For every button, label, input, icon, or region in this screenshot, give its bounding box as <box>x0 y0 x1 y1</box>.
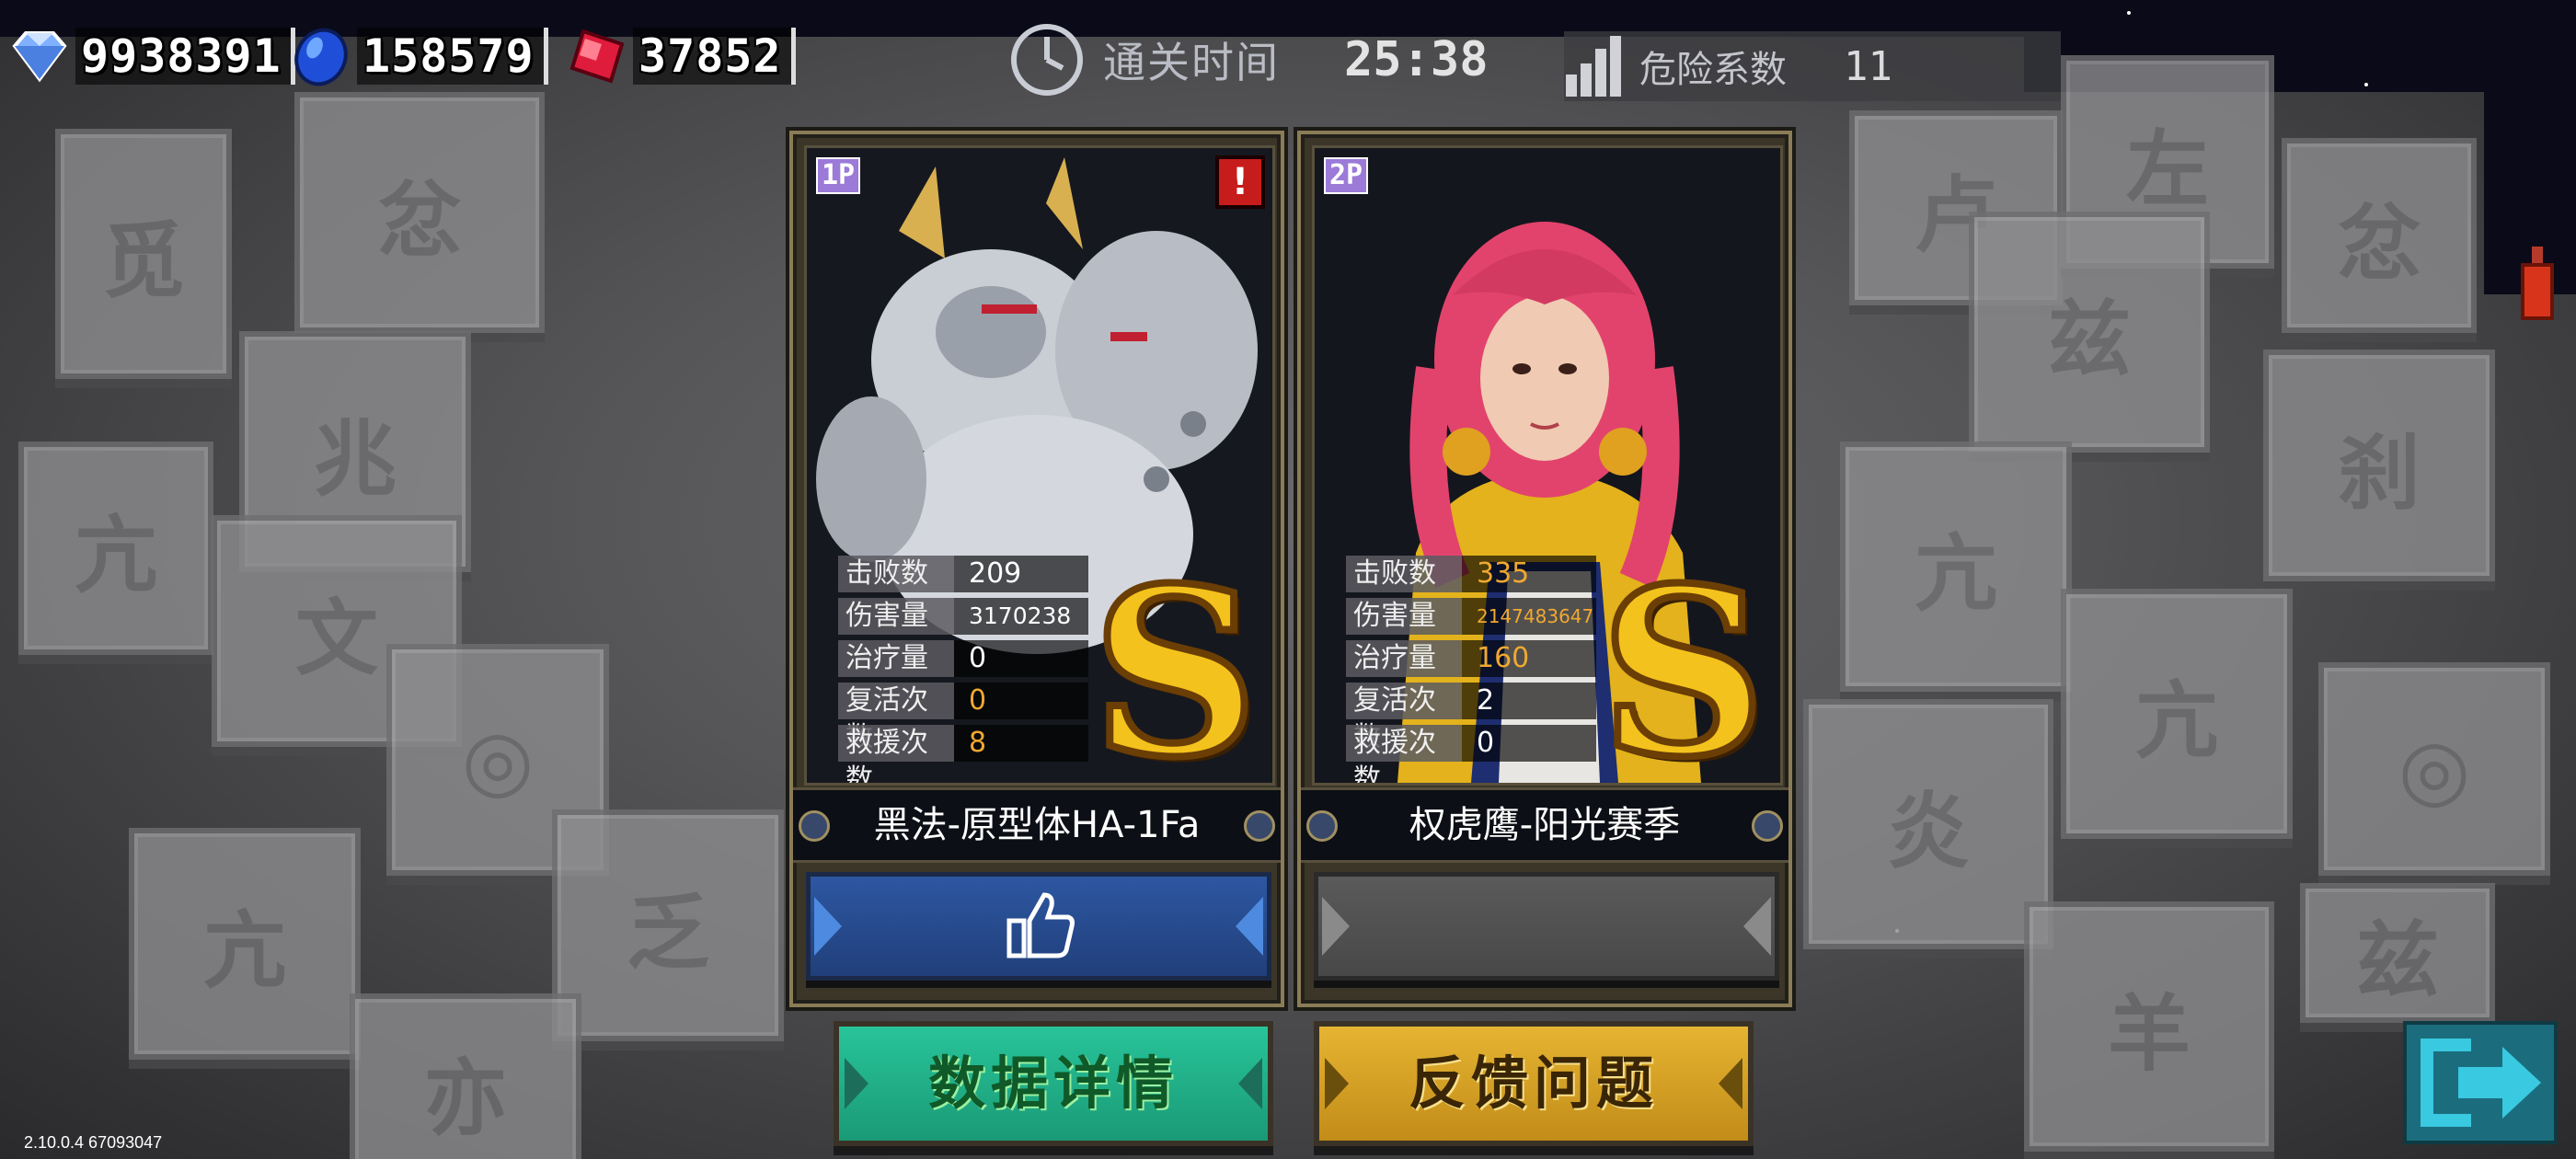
stat-label: 击败数 <box>1346 556 1462 592</box>
arrow-left-icon <box>845 1058 868 1109</box>
ornament-icon <box>1306 810 1338 842</box>
clock-icon <box>1011 24 1083 96</box>
stat-row-revives: 复活次数0 <box>838 680 1088 753</box>
clear-time-display: 通关时间 25:38 <box>1007 20 1489 99</box>
game-floor-background: 忿 觅 兆 亢 文 ◎ 亢 乏 亦 卢 左 忿 兹 刹 亢 亢 ◎ 炎 羊 兹 <box>0 0 2576 1159</box>
arrow-right-icon <box>1719 1058 1742 1109</box>
stat-label: 复活次数 <box>1346 683 1462 753</box>
stat-value: 160 <box>1462 640 1596 677</box>
stat-value: 209 <box>954 556 1088 592</box>
player-2-tag: 2P <box>1324 157 1369 194</box>
player-1-tag: 1P <box>816 157 861 194</box>
report-warning-icon[interactable]: ! <box>1215 155 1265 209</box>
stat-row-kills: 击败数 335 <box>1346 553 1596 595</box>
arrow-right-icon <box>1236 897 1263 956</box>
player-2-stats: 击败数335 伤害量2147483647 治疗量160 复活次数2 救援次数0 <box>1346 553 1596 783</box>
player-1-stats: 击败数209 伤害量3170238 治疗量0 复活次数0 救援次数8 <box>838 553 1088 783</box>
feedback-label: 反馈问题 <box>1408 1050 1659 1117</box>
stat-value: 0 <box>954 683 1088 719</box>
stat-row-damage: 伤害量 3170238 <box>838 595 1088 637</box>
feedback-button[interactable]: 反馈问题 <box>1314 1021 1754 1146</box>
stat-label: 救援次数 <box>1346 725 1462 783</box>
arrow-left-icon <box>1322 897 1350 956</box>
player-2-grade: S <box>1596 537 1770 786</box>
player-2-name: 权虎鹰-阳光赛季 <box>1409 804 1681 846</box>
stat-row-damage: 伤害量 2147483647 <box>1346 595 1596 637</box>
stat-label: 复活次数 <box>838 683 954 753</box>
clear-time-value: 25:38 <box>1344 32 1489 87</box>
stat-row-rescues: 救援次数 0 <box>1346 722 1596 783</box>
stat-value: 2147483647 <box>1462 598 1596 635</box>
exit-icon <box>2421 1039 2541 1127</box>
data-details-label: 数据详情 <box>927 1050 1179 1117</box>
exit-button[interactable] <box>2403 1021 2558 1144</box>
player-2-card: 2P 击败数335 伤害量2147483647 治疗量160 复活次数2 救援次… <box>1297 131 1792 1007</box>
ornament-icon <box>799 810 830 842</box>
arrow-right-icon <box>1743 897 1771 956</box>
danger-label: 危险系数 <box>1639 49 1787 91</box>
arrow-right-icon <box>1238 1058 1262 1109</box>
stat-label: 治疗量 <box>838 640 954 677</box>
stat-label: 伤害量 <box>838 598 954 635</box>
player-1-grade: S <box>1088 537 1262 786</box>
diamond-counter: 9938391 <box>7 20 295 92</box>
ornament-icon <box>1752 810 1783 842</box>
stat-value: 8 <box>954 725 1088 762</box>
danger-bars-icon <box>1566 36 1621 97</box>
player-1-name: 黑法-原型体HA-1Fa <box>873 804 1201 846</box>
red-gem-icon <box>569 29 625 84</box>
stat-value: 0 <box>1462 725 1596 762</box>
version-label: 2.10.0.4 67093047 <box>24 1133 163 1152</box>
player-1-name-bar: 黑法-原型体HA-1Fa <box>793 787 1281 863</box>
player-1-portrait: 1P ! 击败数209 伤害量3170238 治疗量0 复活次数0 救援次数8 … <box>804 145 1275 786</box>
blue-gem-icon <box>294 28 348 86</box>
stat-value: 335 <box>1462 556 1596 592</box>
danger-level-display: 危险系数 11 <box>1564 31 2061 101</box>
stat-row-healing: 治疗量 0 <box>838 637 1088 680</box>
player-1-like-button[interactable] <box>806 872 1271 981</box>
stat-row-healing: 治疗量 160 <box>1346 637 1596 680</box>
stat-row-kills: 击败数 209 <box>838 553 1088 595</box>
player-1-card: 1P ! 击败数209 伤害量3170238 治疗量0 复活次数0 救援次数8 … <box>789 131 1284 1007</box>
stat-row-revives: 复活次数2 <box>1346 680 1596 753</box>
player-2-portrait: 2P 击败数335 伤害量2147483647 治疗量160 复活次数2 救援次… <box>1312 145 1783 786</box>
arrow-left-icon <box>814 897 842 956</box>
blue-gem-counter: 158579 <box>289 20 548 92</box>
red-gem-counter: 37852 <box>565 20 796 92</box>
potion-icon <box>2521 247 2554 320</box>
player-2-like-slot <box>1314 872 1779 981</box>
stat-value: 3170238 <box>954 598 1088 635</box>
thumbs-up-icon <box>1006 892 1075 958</box>
danger-value: 11 <box>1844 42 1892 90</box>
diamond-icon <box>12 31 67 83</box>
stat-label: 救援次数 <box>838 725 954 783</box>
data-details-button[interactable]: 数据详情 <box>834 1021 1273 1146</box>
stat-label: 伤害量 <box>1346 598 1462 635</box>
clear-time-label: 通关时间 <box>1103 38 1280 87</box>
diamond-count: 9938391 <box>75 28 295 85</box>
stat-value: 0 <box>954 640 1088 677</box>
red-gem-count: 37852 <box>633 28 796 85</box>
ornament-icon <box>1244 810 1275 842</box>
stat-label: 治疗量 <box>1346 640 1462 677</box>
stat-row-rescues: 救援次数 8 <box>838 722 1088 783</box>
arrow-left-icon <box>1325 1058 1349 1109</box>
blue-gem-count: 158579 <box>357 28 548 85</box>
stat-value: 2 <box>1462 683 1596 719</box>
stat-label: 击败数 <box>838 556 954 592</box>
player-2-name-bar: 权虎鹰-阳光赛季 <box>1301 787 1788 863</box>
